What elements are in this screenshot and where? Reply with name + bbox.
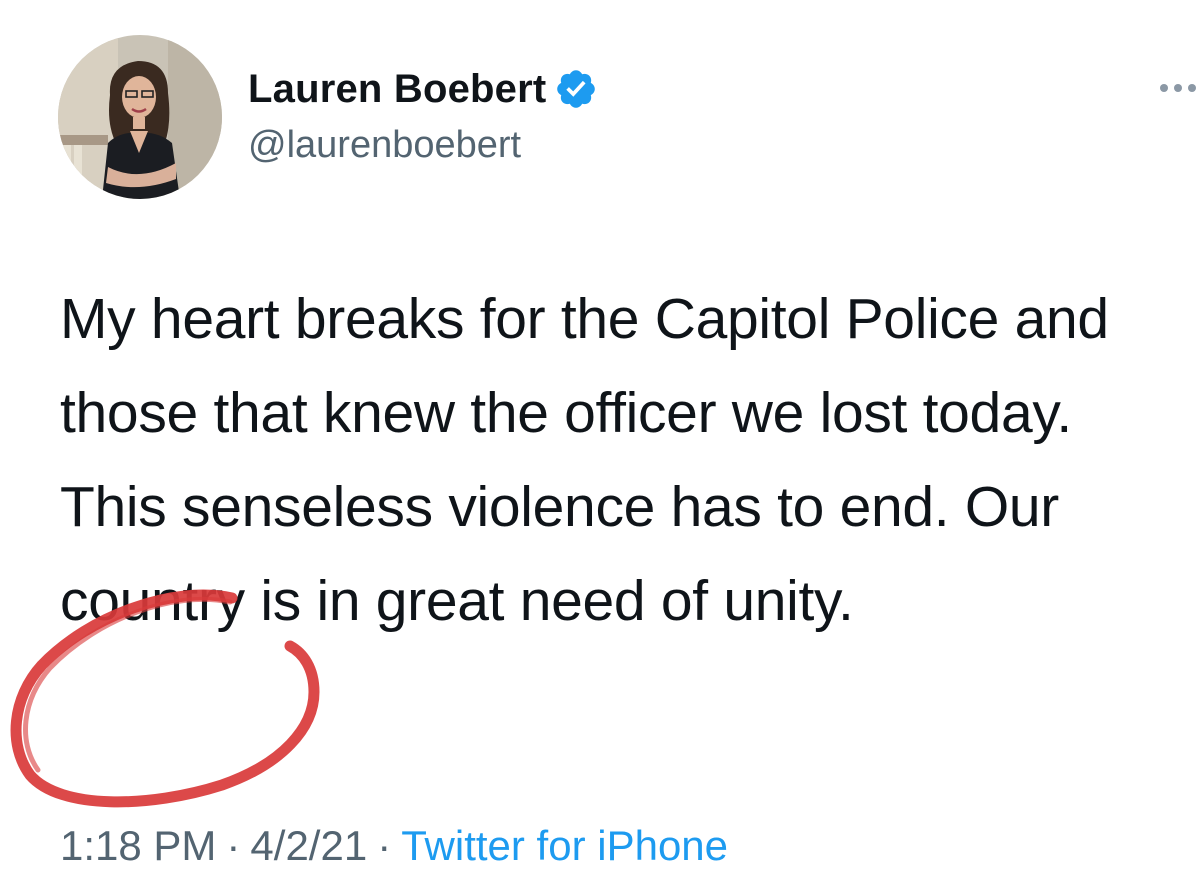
tweet-date[interactable]: 4/2/21 (250, 822, 367, 869)
tweet-time[interactable]: 1:18 PM (60, 822, 216, 869)
tweet-text: My heart breaks for the Capitol Police a… (60, 287, 1109, 633)
tweet-card: Lauren Boebert @laurenboebert My heart b… (0, 0, 1200, 879)
author-handle[interactable]: @laurenboebert (248, 124, 521, 167)
verified-badge-icon (554, 67, 598, 111)
avatar-photo (58, 35, 222, 199)
author-name-row[interactable]: Lauren Boebert (248, 64, 598, 114)
author-display-name[interactable]: Lauren Boebert (248, 67, 546, 112)
tweet-source-link[interactable]: Twitter for iPhone (401, 822, 728, 869)
avatar[interactable] (58, 35, 222, 199)
meta-separator: · (377, 822, 392, 869)
more-options-icon[interactable] (1158, 78, 1200, 98)
tweet-meta: 1:18 PM · 4/2/21 · Twitter for iPhone (60, 818, 728, 874)
meta-separator: · (226, 822, 241, 869)
